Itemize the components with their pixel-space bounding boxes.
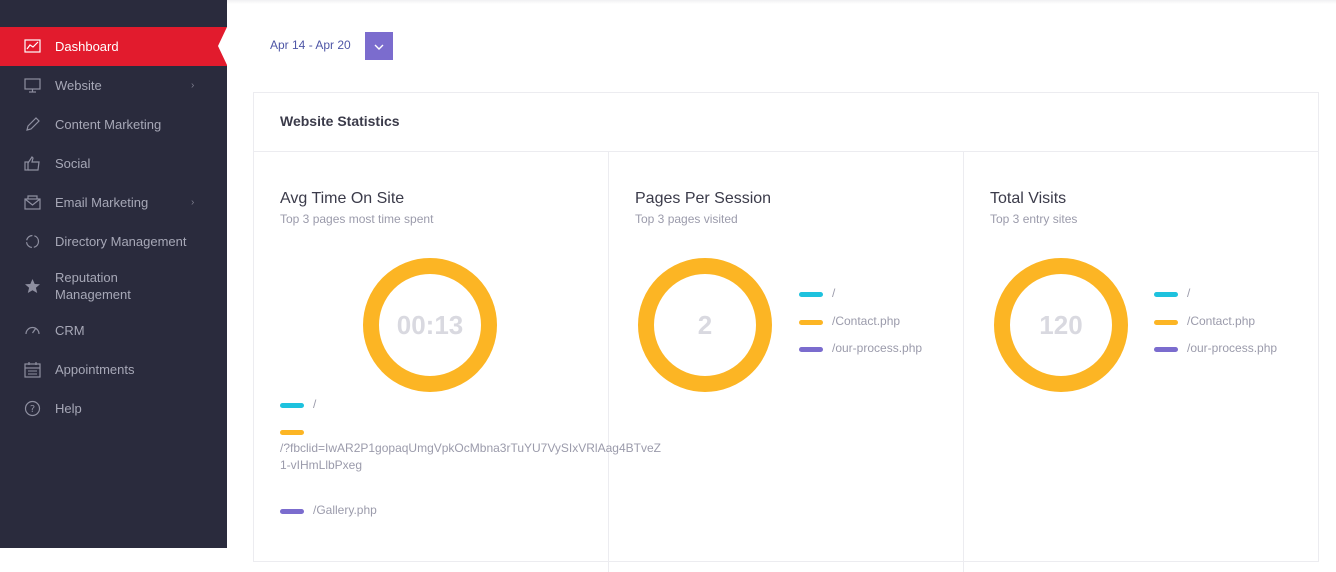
panel-subtitle: Top 3 pages most time spent [280,212,434,226]
donut-value: 00:13 [396,309,464,340]
panel-title: Total Visits [990,190,1067,207]
legend-item [280,424,313,435]
monitor-icon [24,77,41,94]
legend-label: /Gallery.php [313,503,377,517]
panel-avg-time-on-site: Avg Time On Site Top 3 pages most time s… [254,152,661,572]
sidebar-item-crm[interactable]: CRM [0,311,227,350]
legend-item: /our-process.php [799,341,922,355]
panel-title: Pages Per Session [635,190,772,207]
donut-chart: 120 [994,258,1128,392]
gauge-icon [24,322,41,339]
legend-label: /our-process.php [1187,341,1278,355]
svg-text:?: ? [30,404,35,415]
legend-swatch [1154,292,1178,297]
sidebar-item-social[interactable]: Social [0,144,227,183]
sidebar-item-help[interactable]: ? Help [0,389,227,428]
sidebar-item-label: Directory Management [55,234,187,249]
donut-value: 2 [697,309,713,340]
date-range-dropdown-button[interactable] [365,32,393,60]
chevron-right-icon: › [191,80,195,91]
legend-item: / [280,397,316,411]
legend-swatch [799,320,823,325]
legend-swatch [1154,320,1178,325]
chart-line-icon [24,38,41,55]
panel-total-visits: Total Visits Top 3 entry sites 120 / /Co… [964,152,1319,572]
sidebar-item-appointments[interactable]: Appointments [0,350,227,389]
calendar-icon [24,361,41,378]
sidebar-item-reputation-management[interactable]: Reputation Management [0,263,227,309]
legend-swatch [280,403,304,408]
chevron-right-icon: › [191,197,195,208]
legend-item: / [799,286,835,300]
legend-swatch [280,509,304,514]
legend-item: /Contact.php [799,314,900,328]
thumbs-up-icon [24,155,41,172]
star-icon [24,278,41,295]
legend-item: /Gallery.php [280,503,377,517]
sidebar-item-label: Reputation Management [55,270,131,302]
legend-label: / [1187,286,1191,300]
panel-subtitle: Top 3 pages visited [635,212,738,226]
legend-item: /Contact.php [1154,314,1255,328]
sidebar-item-label: Dashboard [55,39,119,54]
sidebar-item-label: Appointments [55,362,135,377]
panel-subtitle: Top 3 entry sites [990,212,1078,226]
donut-chart: 00:13 [363,258,497,392]
main-content: Apr 14 - Apr 20 Website Statistics Avg T… [227,0,1336,572]
legend-label: /?fbclid=IwAR2P1gopaqUmgVpkOcMbna3rTuYU7… [280,441,661,472]
sidebar-item-directory-management[interactable]: Directory Management [0,222,227,261]
legend-swatch [799,292,823,297]
sidebar-item-content-marketing[interactable]: Content Marketing [0,105,227,144]
sidebar-item-website[interactable]: Website › [0,66,227,105]
sidebar-item-label: Social [55,156,91,171]
sidebar-item-label: Content Marketing [55,117,162,132]
legend-label: /our-process.php [832,341,923,355]
legend-item: / [1154,286,1190,300]
panel-pages-per-session: Pages Per Session Top 3 pages visited 2 … [609,152,964,572]
legend-swatch [1154,347,1178,352]
card-title: Website Statistics [280,113,400,129]
sidebar-item-email-marketing[interactable]: Email Marketing › [0,183,227,222]
panel-title: Avg Time On Site [280,190,405,207]
legend-label: / [313,397,317,411]
legend-label: / [832,286,836,300]
envelope-icon [24,194,41,211]
sidebar-item-dashboard[interactable]: Dashboard [0,27,227,66]
cycle-icon [24,233,41,250]
pencil-icon [24,116,41,133]
donut-chart: 2 [638,258,772,392]
donut-value: 120 [1039,309,1083,340]
legend-swatch [799,347,823,352]
sidebar: Dashboard Website › Content Marketing So… [0,0,227,548]
date-range-label[interactable]: Apr 14 - Apr 20 [270,38,351,52]
sidebar-item-label: Website [55,78,102,93]
legend-label: /Contact.php [1187,314,1256,328]
chevron-down-icon [374,37,384,55]
sidebar-item-label: CRM [55,323,85,338]
sidebar-item-label: Email Marketing [55,195,149,210]
legend-swatch [280,430,304,435]
help-icon: ? [24,400,41,417]
sidebar-item-label: Help [55,401,82,416]
top-shadow [227,0,1336,4]
legend-item: /our-process.php [1154,341,1277,355]
legend-label: /Contact.php [832,314,901,328]
website-statistics-card: Website Statistics Avg Time On Site Top … [253,92,1319,572]
